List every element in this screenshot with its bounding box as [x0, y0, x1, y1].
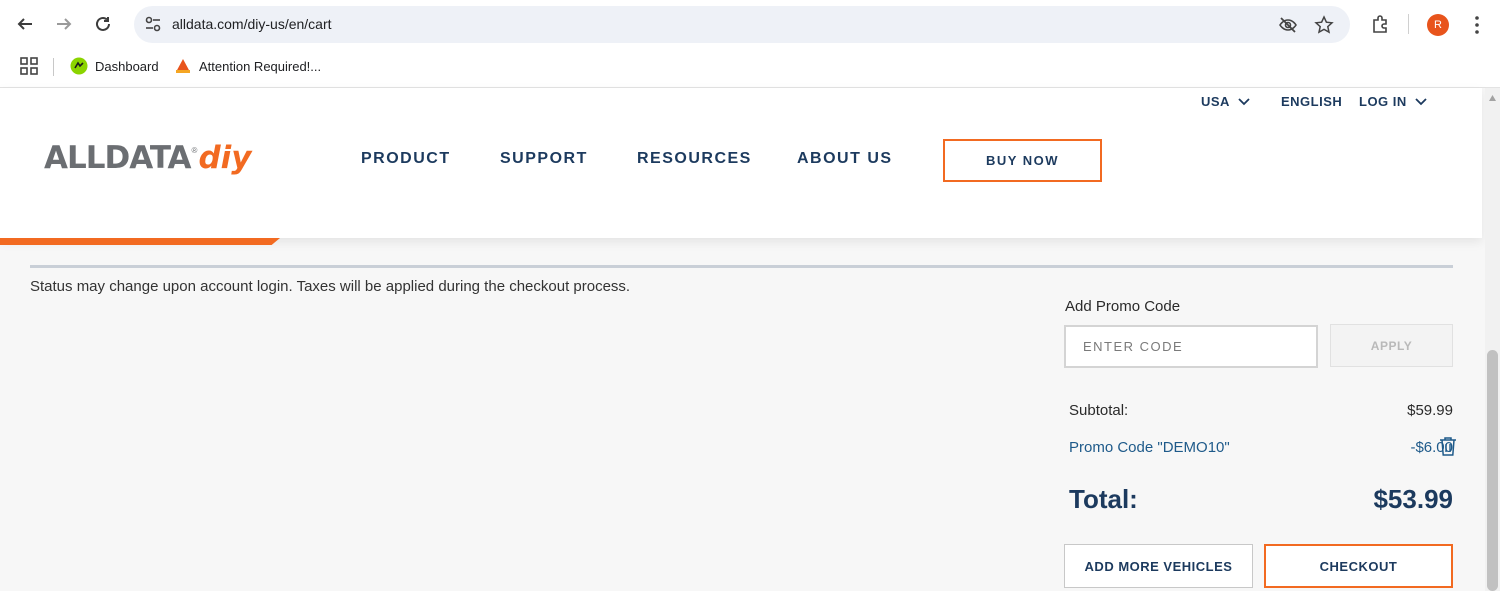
- reload-icon[interactable]: [91, 12, 115, 36]
- login-dropdown[interactable]: LOG IN: [1359, 94, 1427, 109]
- total-value: $53.99: [1373, 484, 1453, 514]
- login-label: LOG IN: [1359, 94, 1407, 109]
- logo-diy: diy: [198, 140, 252, 176]
- nav-support[interactable]: SUPPORT: [500, 150, 588, 168]
- bookmarks-bar: Dashboard Attention Required!...: [0, 48, 1500, 88]
- bookmark-star-icon[interactable]: [1314, 15, 1334, 35]
- page-scrollbar[interactable]: [1485, 88, 1500, 591]
- scroll-thumb[interactable]: [1487, 350, 1498, 591]
- scroll-up-arrow-icon[interactable]: [1488, 94, 1497, 102]
- country-selector[interactable]: USA: [1201, 94, 1250, 109]
- more-menu-icon[interactable]: [1470, 14, 1484, 36]
- site-info-icon[interactable]: [144, 15, 162, 33]
- profile-initial: R: [1434, 19, 1442, 31]
- section-divider: [30, 265, 1453, 268]
- subtotal-value: $59.99: [1407, 402, 1453, 419]
- bookmark-dashboard[interactable]: Dashboard: [70, 57, 159, 75]
- status-note: Status may change upon account login. Ta…: [30, 278, 631, 295]
- buy-now-label: BUY NOW: [985, 153, 1060, 168]
- remove-promo-trash-icon[interactable]: [1438, 436, 1458, 457]
- checkout-label: CHECKOUT: [1319, 558, 1398, 574]
- country-label: USA: [1201, 94, 1230, 109]
- language-label: ENGLISH: [1281, 94, 1343, 109]
- apply-label: APPLY: [1370, 338, 1413, 353]
- subtotal-label: Subtotal:: [1069, 402, 1129, 419]
- bookmark-label: Dashboard: [95, 58, 159, 74]
- promo-code-label: Add Promo Code: [1065, 298, 1181, 315]
- toolbar-divider: [1408, 14, 1409, 34]
- url-text: alldata.com/diy-us/en/cart: [172, 16, 332, 32]
- add-more-vehicles-label: ADD MORE VEHICLES: [1084, 558, 1233, 574]
- site-header: USA ENGLISH LOG IN ALLDATA ® diy PRODUCT…: [0, 88, 1482, 245]
- nav-resources[interactable]: RESOURCES: [637, 150, 752, 168]
- profile-avatar[interactable]: R: [1427, 14, 1449, 36]
- total-label: Total:: [1069, 484, 1138, 514]
- nav-about-us[interactable]: ABOUT US: [797, 150, 893, 168]
- alldata-diy-logo[interactable]: ALLDATA ® diy: [44, 140, 251, 180]
- checkout-button[interactable]: CHECKOUT: [1264, 544, 1453, 588]
- forward-arrow-icon[interactable]: [52, 12, 76, 36]
- back-arrow-icon[interactable]: [13, 12, 37, 36]
- language-selector[interactable]: ENGLISH: [1281, 94, 1342, 109]
- browser-toolbar: alldata.com/diy-us/en/cart R: [0, 0, 1500, 48]
- chevron-down-icon: [1415, 97, 1427, 105]
- nav-product[interactable]: PRODUCT: [361, 150, 451, 168]
- header-accent-bar: [0, 238, 280, 245]
- bookmarks-separator: [53, 58, 54, 76]
- extensions-puzzle-icon[interactable]: [1370, 14, 1390, 34]
- applied-promo-label: Promo Code "DEMO10": [1069, 439, 1230, 456]
- promo-code-input[interactable]: [1064, 325, 1318, 368]
- bookmark-attention-required[interactable]: Attention Required!...: [174, 57, 321, 75]
- bookmark-label: Attention Required!...: [199, 58, 322, 74]
- eye-off-icon[interactable]: [1278, 15, 1298, 35]
- apply-promo-button[interactable]: APPLY: [1330, 324, 1453, 367]
- logo-registered-mark: ®: [191, 146, 198, 155]
- add-more-vehicles-button[interactable]: ADD MORE VEHICLES: [1064, 544, 1253, 588]
- apps-grid-icon[interactable]: [20, 57, 38, 75]
- chevron-down-icon: [1238, 97, 1250, 105]
- dashboard-favicon-icon: [70, 57, 88, 75]
- buy-now-button[interactable]: BUY NOW: [943, 139, 1102, 182]
- attention-favicon-icon: [176, 59, 190, 73]
- logo-wordmark: ALLDATA: [44, 140, 192, 176]
- address-bar[interactable]: alldata.com/diy-us/en/cart: [134, 6, 1350, 43]
